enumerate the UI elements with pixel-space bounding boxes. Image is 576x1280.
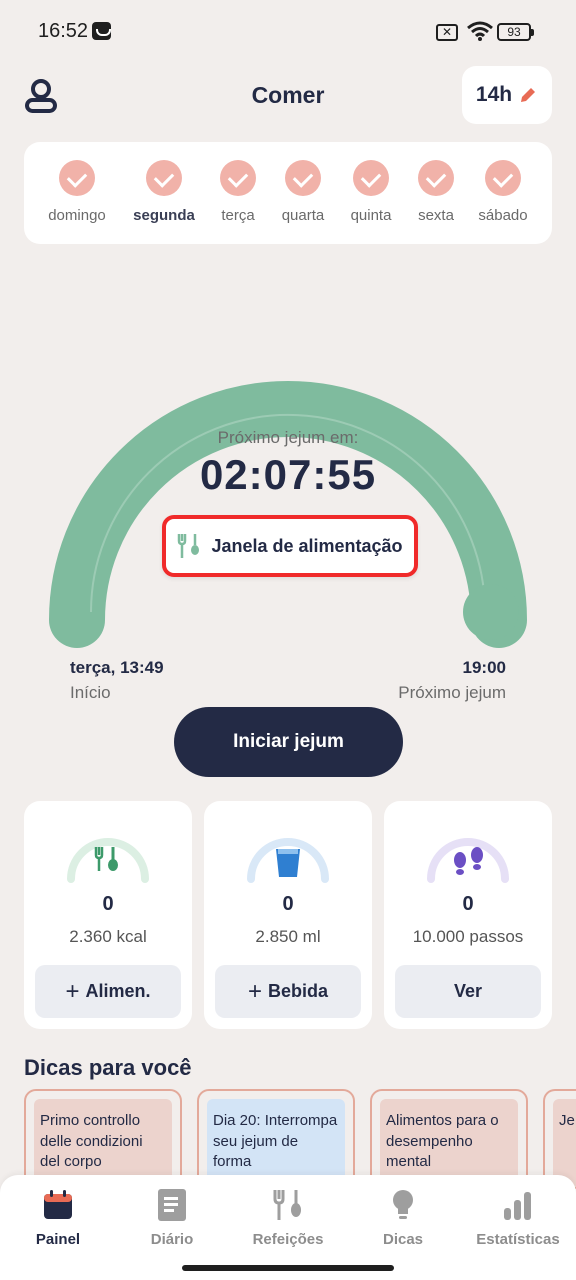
nav-label: Refeições (252, 1231, 324, 1248)
calories-goal: 2.360 kcal (69, 927, 147, 946)
diary-icon (158, 1189, 186, 1221)
calories-value: 0 (102, 893, 114, 915)
view-steps-label: Ver (453, 981, 483, 1001)
next-fast-time: 19:00 (462, 658, 506, 677)
start-fast-button[interactable]: Iniciar jejum (174, 707, 403, 777)
water-card: 0 2.850 ml + Bebida (204, 801, 372, 1029)
sim-off-icon: ✕ (436, 24, 458, 41)
steps-card: 0 10.000 passos Ver (384, 801, 552, 1029)
day-label: segunda (133, 207, 195, 224)
nav-label: Diário (150, 1231, 194, 1248)
water-value: 0 (282, 893, 294, 915)
check-icon (418, 160, 454, 196)
steps-ring (427, 838, 509, 883)
nav-label: Estatísticas (476, 1231, 560, 1248)
status-time: 16:52 (38, 20, 89, 42)
gauge-end-knob (463, 584, 519, 640)
add-food-label: Alimen. (85, 981, 151, 1001)
nav-item-diario[interactable]: Diário (117, 1187, 227, 1248)
eating-window-label: Janela de alimentação (211, 535, 403, 556)
check-icon (485, 160, 521, 196)
fast-hours-label: 14h (475, 83, 513, 106)
steps-value: 0 (462, 893, 474, 915)
nav-item-dicas[interactable]: Dicas (348, 1187, 458, 1248)
view-steps-button[interactable]: Ver (395, 965, 541, 1018)
plus-icon: + (65, 977, 80, 1005)
add-drink-label: Bebida (268, 981, 329, 1001)
calendar-icon (44, 1190, 72, 1219)
steps-goal: 10.000 passos (412, 927, 524, 946)
fast-hours-button[interactable]: 14h (462, 66, 552, 124)
tip-card[interactable]: Alimentos para o desempenho mental (370, 1089, 528, 1189)
nav-item-painel[interactable]: Painel (3, 1187, 113, 1248)
cutlery-icon (94, 847, 118, 871)
meals-icon (273, 1190, 301, 1220)
check-icon (146, 160, 182, 196)
plus-icon: + (247, 977, 262, 1005)
tip-card[interactable]: Primo controllo delle condizioni del cor… (24, 1089, 182, 1189)
footsteps-icon (454, 847, 483, 875)
day-label: domingo (48, 207, 106, 224)
tip-card[interactable]: Dia 20: Interrompa seu jejum de forma (197, 1089, 355, 1189)
check-icon (285, 160, 321, 196)
add-drink-button[interactable]: + Bebida (215, 965, 361, 1018)
eating-window-badge[interactable]: Janela de alimentação (162, 515, 418, 577)
app-notification-icon (92, 22, 111, 40)
add-food-button[interactable]: + Alimen. (35, 965, 181, 1018)
check-icon (59, 160, 95, 196)
cutlery-icon (178, 534, 200, 558)
start-time: terça, 13:49 (70, 658, 164, 677)
check-icon (353, 160, 389, 196)
lightbulb-icon (393, 1190, 413, 1219)
day-segunda[interactable]: segunda (124, 160, 204, 224)
start-label: Início (70, 683, 111, 702)
water-glass-icon (276, 849, 300, 877)
battery-indicator: 93 (497, 23, 534, 41)
next-fast-label: Próximo jejum em: (217, 428, 359, 447)
day-label: sábado (478, 207, 528, 224)
wifi-icon (467, 21, 493, 41)
nav-item-estatisticas[interactable]: Estatísticas (463, 1187, 573, 1248)
countdown-timer: 02:07:55 (199, 451, 377, 498)
next-fast-caption: Próximo jejum (398, 683, 506, 702)
stats-icon (504, 1192, 531, 1220)
calories-ring (67, 838, 149, 883)
nav-item-refeicoes[interactable]: Refeições (233, 1187, 343, 1248)
water-ring (247, 838, 329, 883)
nav-label: Dicas (382, 1231, 424, 1248)
nav-label: Painel (35, 1231, 81, 1248)
home-indicator[interactable] (182, 1265, 394, 1271)
week-progress-card: domingo segunda terça quarta quinta sext… (24, 142, 552, 244)
check-icon (220, 160, 256, 196)
day-domingo[interactable]: domingo (37, 160, 117, 224)
calories-card: 0 2.360 kcal + Alimen. (24, 801, 192, 1029)
tip-card[interactable]: Je dia (543, 1089, 576, 1189)
water-goal: 2.850 ml (255, 927, 321, 946)
tips-section-title: Dicas para você (24, 1055, 192, 1080)
edit-pencil-icon (521, 88, 536, 102)
day-sabado[interactable]: sábado (463, 160, 543, 224)
